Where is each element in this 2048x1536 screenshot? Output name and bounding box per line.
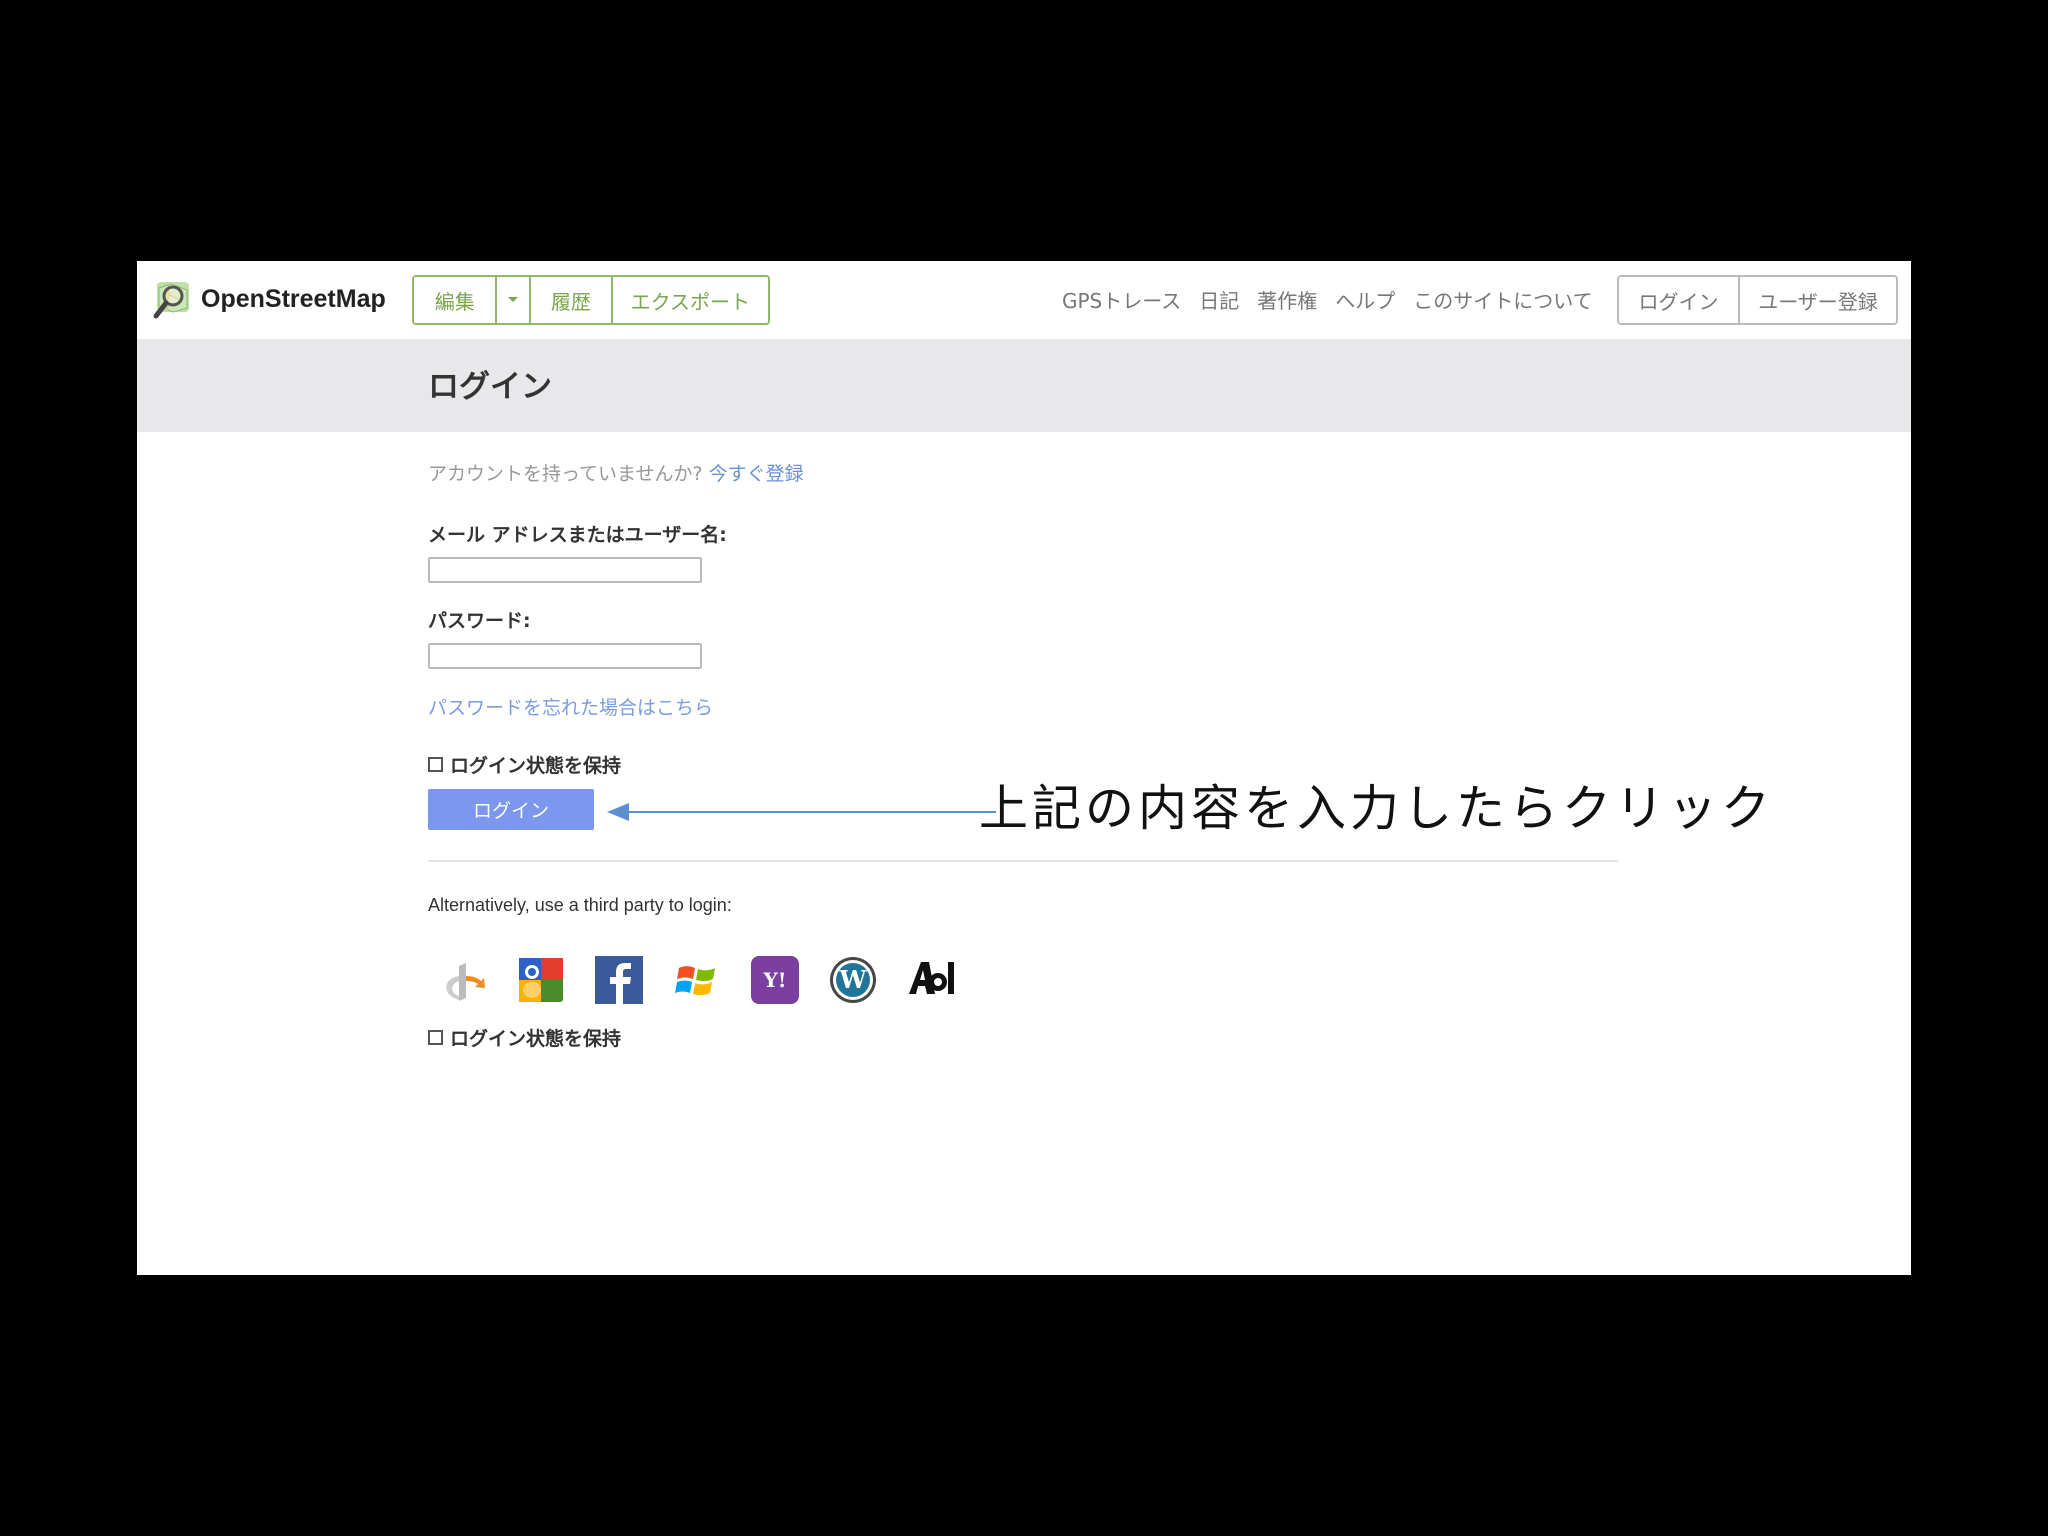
site-logo[interactable]: OpenStreetMap (151, 277, 386, 321)
third-party-providers: Y! W (437, 954, 957, 1006)
svg-text:W: W (839, 965, 868, 994)
windows-live-icon[interactable] (671, 954, 723, 1006)
nav-help[interactable]: ヘルプ (1335, 285, 1395, 314)
nav-gps-traces[interactable]: GPSトレース (1062, 285, 1181, 314)
page-title: ログイン (428, 369, 552, 405)
remember-me-label-2: ログイン状態を保持 (450, 1028, 622, 1050)
caret-down-icon (508, 297, 519, 302)
remember-me: ログイン状態を保持 (428, 751, 621, 778)
user-button-group: ログイン ユーザー登録 (1617, 275, 1898, 325)
primary-nav: GPSトレース 日記 著作権 ヘルプ このサイトについて (1062, 285, 1611, 314)
email-field[interactable] (428, 557, 702, 583)
remember-me-checkbox[interactable] (428, 757, 443, 772)
yahoo-icon[interactable]: Y! (749, 954, 801, 1006)
browser-screen: OpenStreetMap 編集 履歴 エクスポート GPSトレース 日記 著作… (137, 261, 1911, 1275)
no-account-text: アカウントを持っていませんか? 今すぐ登録 (428, 459, 804, 486)
edit-button[interactable]: 編集 (414, 277, 496, 323)
header-login-button[interactable]: ログイン (1619, 277, 1738, 323)
forgot-password-link[interactable]: パスワードを忘れた場合はこちら (428, 693, 713, 720)
openid-icon[interactable] (437, 954, 489, 1006)
export-button[interactable]: エクスポート (610, 277, 768, 323)
nav-about[interactable]: このサイトについて (1413, 285, 1592, 314)
signup-button[interactable]: ユーザー登録 (1738, 277, 1896, 323)
password-label: パスワード: (428, 610, 531, 632)
edit-dropdown-button[interactable] (495, 277, 530, 323)
title-band: ログイン (137, 339, 1911, 432)
login-submit-button[interactable]: ログイン (428, 789, 594, 830)
password-field[interactable] (428, 643, 702, 669)
nav-copyright[interactable]: 著作権 (1257, 285, 1317, 314)
annotation-arrow-line (617, 811, 996, 813)
email-label: メール アドレスまたはユーザー名: (428, 524, 727, 546)
google-icon[interactable] (515, 954, 567, 1006)
no-account-label: アカウントを持っていませんか? (428, 463, 703, 485)
edit-button-group: 編集 履歴 エクスポート (412, 275, 770, 325)
wordpress-icon[interactable]: W (827, 954, 879, 1006)
facebook-icon[interactable] (593, 954, 645, 1006)
divider (428, 860, 1618, 862)
remember-me-checkbox-2[interactable] (428, 1030, 443, 1045)
site-logo-text: OpenStreetMap (201, 284, 386, 313)
site-header: OpenStreetMap 編集 履歴 エクスポート GPSトレース 日記 著作… (137, 261, 1911, 339)
nav-diary[interactable]: 日記 (1199, 285, 1239, 314)
annotation-text: 上記の内容を入力したらクリック (979, 780, 1775, 837)
svg-text:Y!: Y! (762, 968, 786, 992)
third-party-login-text: Alternatively, use a third party to logi… (428, 895, 732, 915)
osm-logo-icon (153, 282, 189, 319)
aol-icon[interactable] (905, 954, 957, 1006)
remember-me-label: ログイン状態を保持 (450, 755, 622, 777)
history-button[interactable]: 履歴 (529, 277, 611, 323)
remember-me-2: ログイン状態を保持 (428, 1024, 621, 1051)
register-now-link[interactable]: 今すぐ登録 (709, 463, 804, 485)
annotation-arrowhead-icon (607, 803, 629, 821)
